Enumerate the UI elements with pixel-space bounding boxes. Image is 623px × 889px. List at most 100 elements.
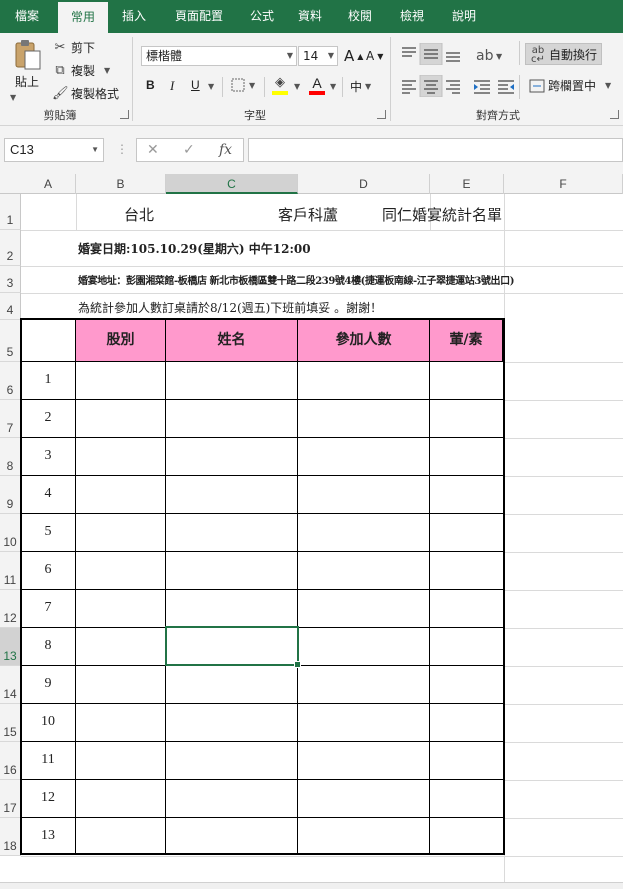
row-header-15[interactable]: 15 [0, 704, 21, 742]
column-header-a[interactable]: A [21, 174, 76, 194]
roster-number[interactable]: 7 [21, 600, 75, 616]
vertical-align-buttons[interactable]: ab ▼ [398, 43, 518, 65]
enter-check-icon[interactable]: ✓ [183, 142, 195, 158]
title-city[interactable]: 台北 [124, 204, 154, 225]
header-department[interactable]: 股別 [76, 320, 166, 362]
formula-input[interactable] [248, 138, 623, 162]
font-size-combo[interactable]: 14 ▼ [298, 46, 338, 66]
font-group-label: 字型 [244, 109, 266, 122]
wrap-text-button[interactable]: ab c↵ 自動換行 [525, 43, 603, 65]
tab-formulas[interactable]: 公式 [240, 0, 284, 33]
roster-number[interactable]: 9 [21, 676, 75, 692]
tab-review[interactable]: 校閱 [336, 0, 384, 33]
table-line [22, 361, 76, 362]
wedding-date-line[interactable]: 婚宴日期:105.10.29(星期六) 中午12:00 [78, 240, 311, 257]
fill-dropdown-icon[interactable]: ▼ [294, 82, 300, 91]
roster-number[interactable]: 10 [21, 714, 75, 730]
roster-number[interactable]: 5 [21, 524, 75, 540]
title-main[interactable]: 同仁婚宴統計名單 [382, 204, 502, 225]
row-header-2[interactable]: 2 [0, 230, 21, 266]
row-header-7[interactable]: 7 [0, 400, 21, 438]
cancel-icon[interactable]: ✕ [147, 142, 159, 158]
row-number: 18 [3, 839, 17, 853]
active-cell-selection[interactable] [165, 626, 301, 668]
font-color-dropdown-icon[interactable]: ▼ [330, 82, 336, 91]
roster-number[interactable]: 13 [21, 828, 75, 844]
border-button[interactable]: ▼ [230, 77, 255, 93]
header-attendees[interactable]: 參加人數 [298, 320, 430, 362]
tab-help[interactable]: 說明 [440, 0, 488, 33]
tab-data[interactable]: 資料 [288, 0, 332, 33]
merge-center-button[interactable]: 跨欄置中 ▼ [529, 77, 611, 94]
phonetic-button[interactable]: 中 ▼ [350, 78, 371, 95]
roster-number[interactable]: 3 [21, 448, 75, 464]
row-header-11[interactable]: 11 [0, 552, 21, 590]
column-header-f[interactable]: F [504, 174, 623, 194]
column-header-d[interactable]: D [298, 174, 430, 194]
row-header-4[interactable]: 4 [0, 293, 21, 320]
formula-bar-grip-icon: ⋮ [116, 142, 128, 156]
roster-number[interactable]: 6 [21, 562, 75, 578]
row-header-18[interactable]: 18 [0, 818, 21, 856]
roster-number[interactable]: 12 [21, 790, 75, 806]
font-launcher-icon[interactable] [377, 110, 386, 119]
row-header-3[interactable]: 3 [0, 266, 21, 293]
fill-color-button[interactable]: ◈ [272, 75, 288, 95]
font-color-button[interactable]: A [309, 75, 325, 95]
svg-text:▼: ▼ [496, 52, 503, 61]
row-header-6[interactable]: 6 [0, 362, 21, 400]
horizontal-align-buttons[interactable] [398, 75, 518, 97]
bold-button[interactable]: B [146, 78, 155, 92]
format-painter-button[interactable]: 🖌 複製格式 [52, 85, 119, 102]
title-company[interactable]: 客戶科蘆 [278, 204, 338, 225]
header-name[interactable]: 姓名 [166, 320, 298, 362]
roster-number[interactable]: 1 [21, 372, 75, 388]
row-header-13[interactable]: 13 [0, 628, 21, 666]
insert-function-icon[interactable]: fx [219, 142, 232, 158]
cut-button[interactable]: ✂ 剪下 [52, 39, 95, 56]
clipboard-launcher-icon[interactable] [120, 110, 129, 119]
underline-dropdown-icon[interactable]: ▼ [208, 82, 214, 91]
roster-number[interactable]: 8 [21, 638, 75, 654]
row-header-16[interactable]: 16 [0, 742, 21, 780]
roster-number[interactable]: 11 [21, 752, 75, 768]
paste-dropdown-icon[interactable]: ▼ [10, 93, 16, 102]
font-name-combo[interactable]: 標楷體 ▼ [141, 46, 297, 66]
table-line [297, 362, 298, 854]
column-header-c[interactable]: C [166, 174, 298, 194]
row-header-8[interactable]: 8 [0, 438, 21, 476]
row-header-10[interactable]: 10 [0, 514, 21, 552]
grow-font-button[interactable]: A ▲ [344, 47, 363, 65]
row-header-17[interactable]: 17 [0, 780, 21, 818]
row-header-1[interactable]: 1 [0, 194, 21, 230]
tab-file[interactable]: 檔案 [0, 0, 54, 33]
wedding-address-line[interactable]: 婚宴地址：彭園湘菜館-板橋店 新北市板橋區雙十路二段239號4樓(捷運板南線-江… [78, 272, 514, 287]
tab-page-layout[interactable]: 頁面配置 [162, 0, 236, 33]
paste-icon [15, 40, 41, 70]
row-header-9[interactable]: 9 [0, 476, 21, 514]
column-header-e[interactable]: E [430, 174, 504, 194]
table-line [165, 362, 166, 854]
underline-button[interactable]: U [191, 78, 200, 92]
wrap-text-label: 自動換行 [549, 47, 598, 62]
roster-number[interactable]: 2 [21, 410, 75, 426]
paste-button[interactable]: 貼上 [8, 39, 46, 90]
notice-line[interactable]: 為統計參加人數訂桌請於8/12(週五)下班前填妥 。謝謝！ [78, 299, 382, 316]
shrink-font-button[interactable]: A ▼ [366, 49, 383, 63]
gridline [21, 856, 623, 857]
font-color-swatch [309, 91, 325, 95]
italic-button[interactable]: I [170, 78, 174, 94]
column-header-b[interactable]: B [76, 174, 166, 194]
row-header-12[interactable]: 12 [0, 590, 21, 628]
header-meal-type[interactable]: 葷/素 [430, 320, 503, 362]
copy-button[interactable]: ⧉ 複製 ▼ [52, 62, 110, 79]
tab-home[interactable]: 常用 [58, 2, 108, 33]
roster-number[interactable]: 4 [21, 486, 75, 502]
gridline [504, 400, 623, 401]
row-header-5[interactable]: 5 [0, 320, 21, 362]
alignment-launcher-icon[interactable] [610, 110, 619, 119]
tab-view[interactable]: 檢視 [388, 0, 436, 33]
name-box[interactable]: C13 ▼ [4, 138, 104, 162]
row-header-14[interactable]: 14 [0, 666, 21, 704]
tab-insert[interactable]: 插入 [112, 0, 156, 33]
